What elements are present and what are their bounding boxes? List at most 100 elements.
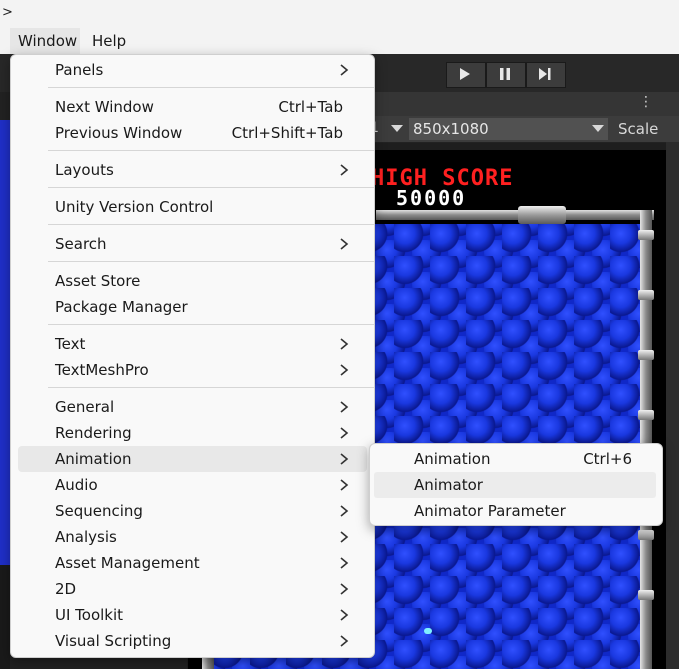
chevron-right-icon: [337, 162, 351, 178]
title-strip: >: [0, 0, 679, 28]
menu-item-previous-window[interactable]: Previous Window Ctrl+Shift+Tab: [18, 120, 367, 146]
menu-help[interactable]: Help: [92, 32, 126, 50]
chevron-right-icon: [337, 336, 351, 352]
menu-item-label: Asset Management: [55, 554, 200, 572]
pipe-segment: [638, 350, 654, 360]
menu-item-label: Audio: [55, 476, 98, 494]
chevron-right-icon: [337, 581, 351, 597]
menu-item-rendering[interactable]: Rendering: [18, 420, 367, 446]
scale-label: Scale: [618, 120, 659, 138]
submenu-item-animator[interactable]: Animator: [374, 472, 656, 498]
menu-separator: [48, 387, 374, 388]
play-button[interactable]: [446, 62, 486, 88]
menu-item-label: Text: [55, 335, 86, 353]
chevron-right-icon: [337, 236, 351, 252]
chevron-right-icon: [337, 529, 351, 545]
menu-item-audio[interactable]: Audio: [18, 472, 367, 498]
chevron-right-icon: [337, 503, 351, 519]
pipe-segment: [638, 590, 654, 600]
menu-item-layouts[interactable]: Layouts: [18, 157, 367, 183]
menu-item-next-window[interactable]: Next Window Ctrl+Tab: [18, 94, 367, 120]
scene-view-edge: [0, 120, 10, 565]
submenu-item-shortcut: Ctrl+6: [583, 450, 632, 468]
pipe-segment: [638, 410, 654, 420]
pause-icon: [500, 68, 510, 80]
menu-item-unity-version-control[interactable]: Unity Version Control: [18, 194, 367, 220]
animation-submenu: Animation Ctrl+6 Animator Animator Paramete…: [369, 443, 663, 526]
right-panel-edge: [666, 142, 679, 669]
chevron-down-icon: [592, 125, 604, 132]
pipe-top: [376, 210, 654, 220]
menu-item-label: 2D: [55, 580, 77, 598]
menu-item-textmeshpro[interactable]: TextMeshPro: [18, 357, 367, 383]
menu-item-shortcut: Ctrl+Tab: [278, 98, 343, 116]
menu-item-sequencing[interactable]: Sequencing: [18, 498, 367, 524]
menu-item-label: Sequencing: [55, 502, 143, 520]
chevron-right-icon: [337, 607, 351, 623]
pipe-segment: [638, 530, 654, 540]
submenu-item-animation[interactable]: Animation Ctrl+6: [374, 446, 656, 472]
menu-item-label: Panels: [55, 61, 104, 79]
chevron-right-icon: [337, 62, 351, 78]
high-score-value: 50000: [396, 186, 467, 210]
menu-item-label: Analysis: [55, 528, 117, 546]
submenu-item-animator-parameter[interactable]: Animator Parameter: [374, 498, 656, 524]
chevron-right-icon: [337, 555, 351, 571]
menu-item-label: Package Manager: [55, 298, 188, 316]
menu-separator: [48, 261, 374, 262]
submenu-item-label: Animator: [414, 476, 483, 494]
player-sprite: [424, 628, 432, 634]
menu-item-label: Search: [55, 235, 107, 253]
menu-item-asset-management[interactable]: Asset Management: [18, 550, 367, 576]
menu-item-ui-toolkit[interactable]: UI Toolkit: [18, 602, 367, 628]
pipe-joint: [518, 206, 566, 224]
menu-item-label: Next Window: [55, 98, 154, 116]
step-icon: [539, 68, 551, 80]
play-icon: [460, 68, 470, 80]
chevron-right-icon: [337, 362, 351, 378]
menu-item-panels[interactable]: Panels: [18, 57, 367, 83]
menu-item-visual-scripting[interactable]: Visual Scripting: [18, 628, 367, 654]
menu-separator: [48, 324, 374, 325]
menu-item-label: Rendering: [55, 424, 132, 442]
chevron-right-icon: [337, 633, 351, 649]
menu-separator: [48, 224, 374, 225]
menu-window[interactable]: Window: [10, 28, 80, 54]
chevron-right-icon: [337, 399, 351, 415]
step-button[interactable]: [526, 62, 566, 88]
menu-separator: [48, 87, 374, 88]
menu-item-text[interactable]: Text: [18, 331, 367, 357]
title-fragment: >: [2, 5, 13, 20]
menu-item-label: Visual Scripting: [55, 632, 172, 650]
menu-separator: [48, 150, 374, 151]
menu-bar: Window Help: [0, 28, 679, 55]
pipe-segment: [638, 290, 654, 300]
chevron-right-icon: [337, 425, 351, 441]
kebab-menu-icon[interactable]: ⋮: [639, 94, 653, 110]
menu-item-label: TextMeshPro: [55, 361, 149, 379]
menu-item-shortcut: Ctrl+Shift+Tab: [231, 124, 343, 142]
chevron-right-icon: [337, 451, 351, 467]
pause-button[interactable]: [486, 62, 526, 88]
submenu-item-label: Animation: [414, 450, 491, 468]
resolution-dropdown[interactable]: 850x1080: [409, 118, 608, 140]
chevron-down-icon: [391, 125, 403, 132]
submenu-item-label: Animator Parameter: [414, 502, 566, 520]
chevron-right-icon: [337, 477, 351, 493]
menu-separator: [48, 187, 374, 188]
menu-item-general[interactable]: General: [18, 394, 367, 420]
menu-item-asset-store[interactable]: Asset Store: [18, 268, 367, 294]
pipe-segment: [638, 230, 654, 240]
menu-item-label: General: [55, 398, 115, 416]
menu-item-package-manager[interactable]: Package Manager: [18, 294, 367, 320]
scene-view-edge-dark: [0, 565, 10, 669]
pipe-right: [640, 210, 652, 669]
resolution-value: 850x1080: [413, 120, 489, 138]
menu-item-animation[interactable]: Animation: [18, 446, 367, 472]
menu-item-label: Previous Window: [55, 124, 183, 142]
menu-item-search[interactable]: Search: [18, 231, 367, 257]
menu-item-label: Layouts: [55, 161, 114, 179]
window-menu: Panels Next Window Ctrl+Tab Previous Window…: [10, 54, 375, 658]
menu-item-2d[interactable]: 2D: [18, 576, 367, 602]
menu-item-analysis[interactable]: Analysis: [18, 524, 367, 550]
